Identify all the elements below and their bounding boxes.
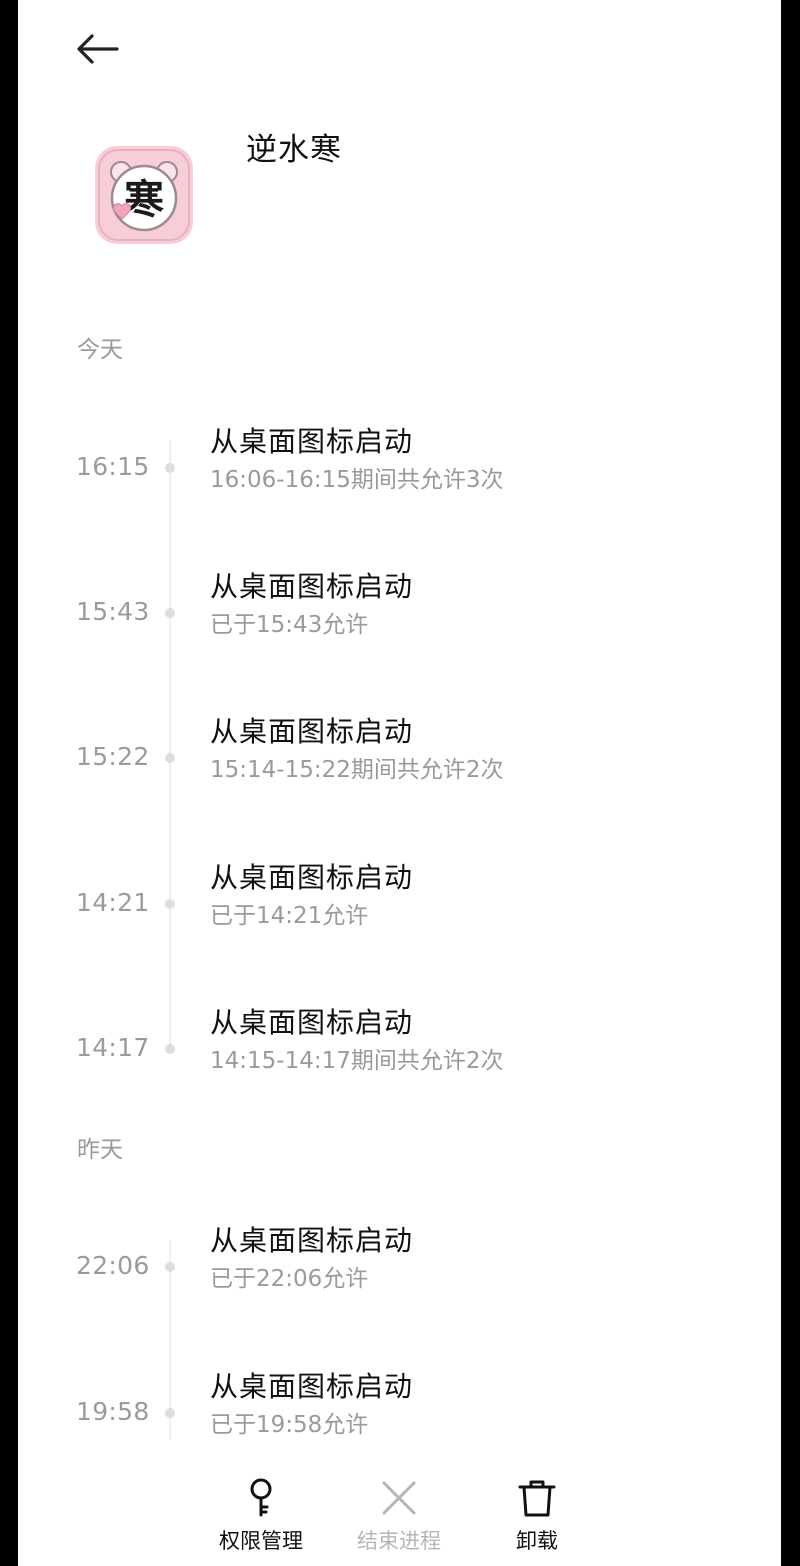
- timeline-entry: 16:15 从桌面图标启动 16:06-16:15期间共允许3次: [18, 418, 781, 528]
- app-name: 逆水寒: [246, 132, 342, 168]
- entry-detail: 16:06-16:15期间共允许3次: [210, 467, 504, 493]
- timeline-entry: 14:21 从桌面图标启动 已于14:21允许: [18, 854, 781, 964]
- entry-time: 15:22: [76, 742, 150, 771]
- timeline-dot: [165, 753, 175, 763]
- timeline-dot: [165, 1044, 175, 1054]
- timeline-dot: [165, 1262, 175, 1272]
- entry-time: 16:15: [76, 452, 150, 481]
- close-x-icon: [382, 1481, 416, 1515]
- key-icon: [250, 1478, 272, 1517]
- timeline-entry: 15:43 从桌面图标启动 已于15:43允许: [18, 563, 781, 673]
- timeline-dot: [165, 608, 175, 618]
- entry-title: 从桌面图标启动: [210, 1006, 414, 1039]
- entry-time: 19:58: [76, 1397, 150, 1426]
- entry-time: 14:21: [76, 888, 150, 917]
- bottom-action-bar: 权限管理 结束进程 卸载: [18, 1466, 781, 1566]
- uninstall-button[interactable]: 卸载: [477, 1478, 597, 1564]
- timeline-entry: 22:06 从桌面图标启动 已于22:06允许: [18, 1217, 781, 1327]
- section-header-yesterday: 昨天: [77, 1137, 123, 1163]
- entry-time: 22:06: [76, 1251, 150, 1280]
- entry-detail: 已于22:06允许: [210, 1266, 369, 1292]
- timeline-entry: 14:17 从桌面图标启动 14:15-14:17期间共允许2次: [18, 999, 781, 1109]
- entry-detail: 14:15-14:17期间共允许2次: [210, 1048, 504, 1074]
- entry-detail: 已于15:43允许: [210, 612, 369, 638]
- app-logo-icon: 寒: [95, 146, 193, 244]
- entry-title: 从桌面图标启动: [210, 715, 414, 748]
- svg-text:寒: 寒: [124, 176, 164, 223]
- section-header-today: 今天: [77, 337, 123, 363]
- screen: 寒 逆水寒 今天 16:15 从桌面图标启动 16:06-16:15期间共允许3…: [18, 0, 781, 1566]
- entry-time: 15:43: [76, 597, 150, 626]
- entry-detail: 已于14:21允许: [210, 903, 369, 929]
- entry-detail: 15:14-15:22期间共允许2次: [210, 757, 504, 783]
- arrow-left-icon: [77, 34, 119, 64]
- permissions-button[interactable]: 权限管理: [201, 1478, 321, 1564]
- timeline-entry: 19:58 从桌面图标启动 已于19:58允许: [18, 1363, 781, 1473]
- permissions-label: 权限管理: [219, 1529, 303, 1553]
- timeline-dot: [165, 1408, 175, 1418]
- entry-time: 14:17: [76, 1033, 150, 1062]
- app-icon: 寒: [95, 146, 193, 244]
- timeline-entry: 15:22 从桌面图标启动 15:14-15:22期间共允许2次: [18, 708, 781, 818]
- timeline-dot: [165, 899, 175, 909]
- timeline-dot: [165, 463, 175, 473]
- uninstall-label: 卸载: [516, 1529, 558, 1553]
- entry-title: 从桌面图标启动: [210, 570, 414, 603]
- back-button[interactable]: [72, 26, 122, 72]
- entry-title: 从桌面图标启动: [210, 861, 414, 894]
- end-process-label: 结束进程: [357, 1529, 441, 1553]
- entry-title: 从桌面图标启动: [210, 425, 414, 458]
- entry-title: 从桌面图标启动: [210, 1370, 414, 1403]
- end-process-button[interactable]: 结束进程: [339, 1478, 459, 1564]
- entry-title: 从桌面图标启动: [210, 1224, 414, 1257]
- entry-detail: 已于19:58允许: [210, 1412, 369, 1438]
- trash-icon: [518, 1480, 556, 1517]
